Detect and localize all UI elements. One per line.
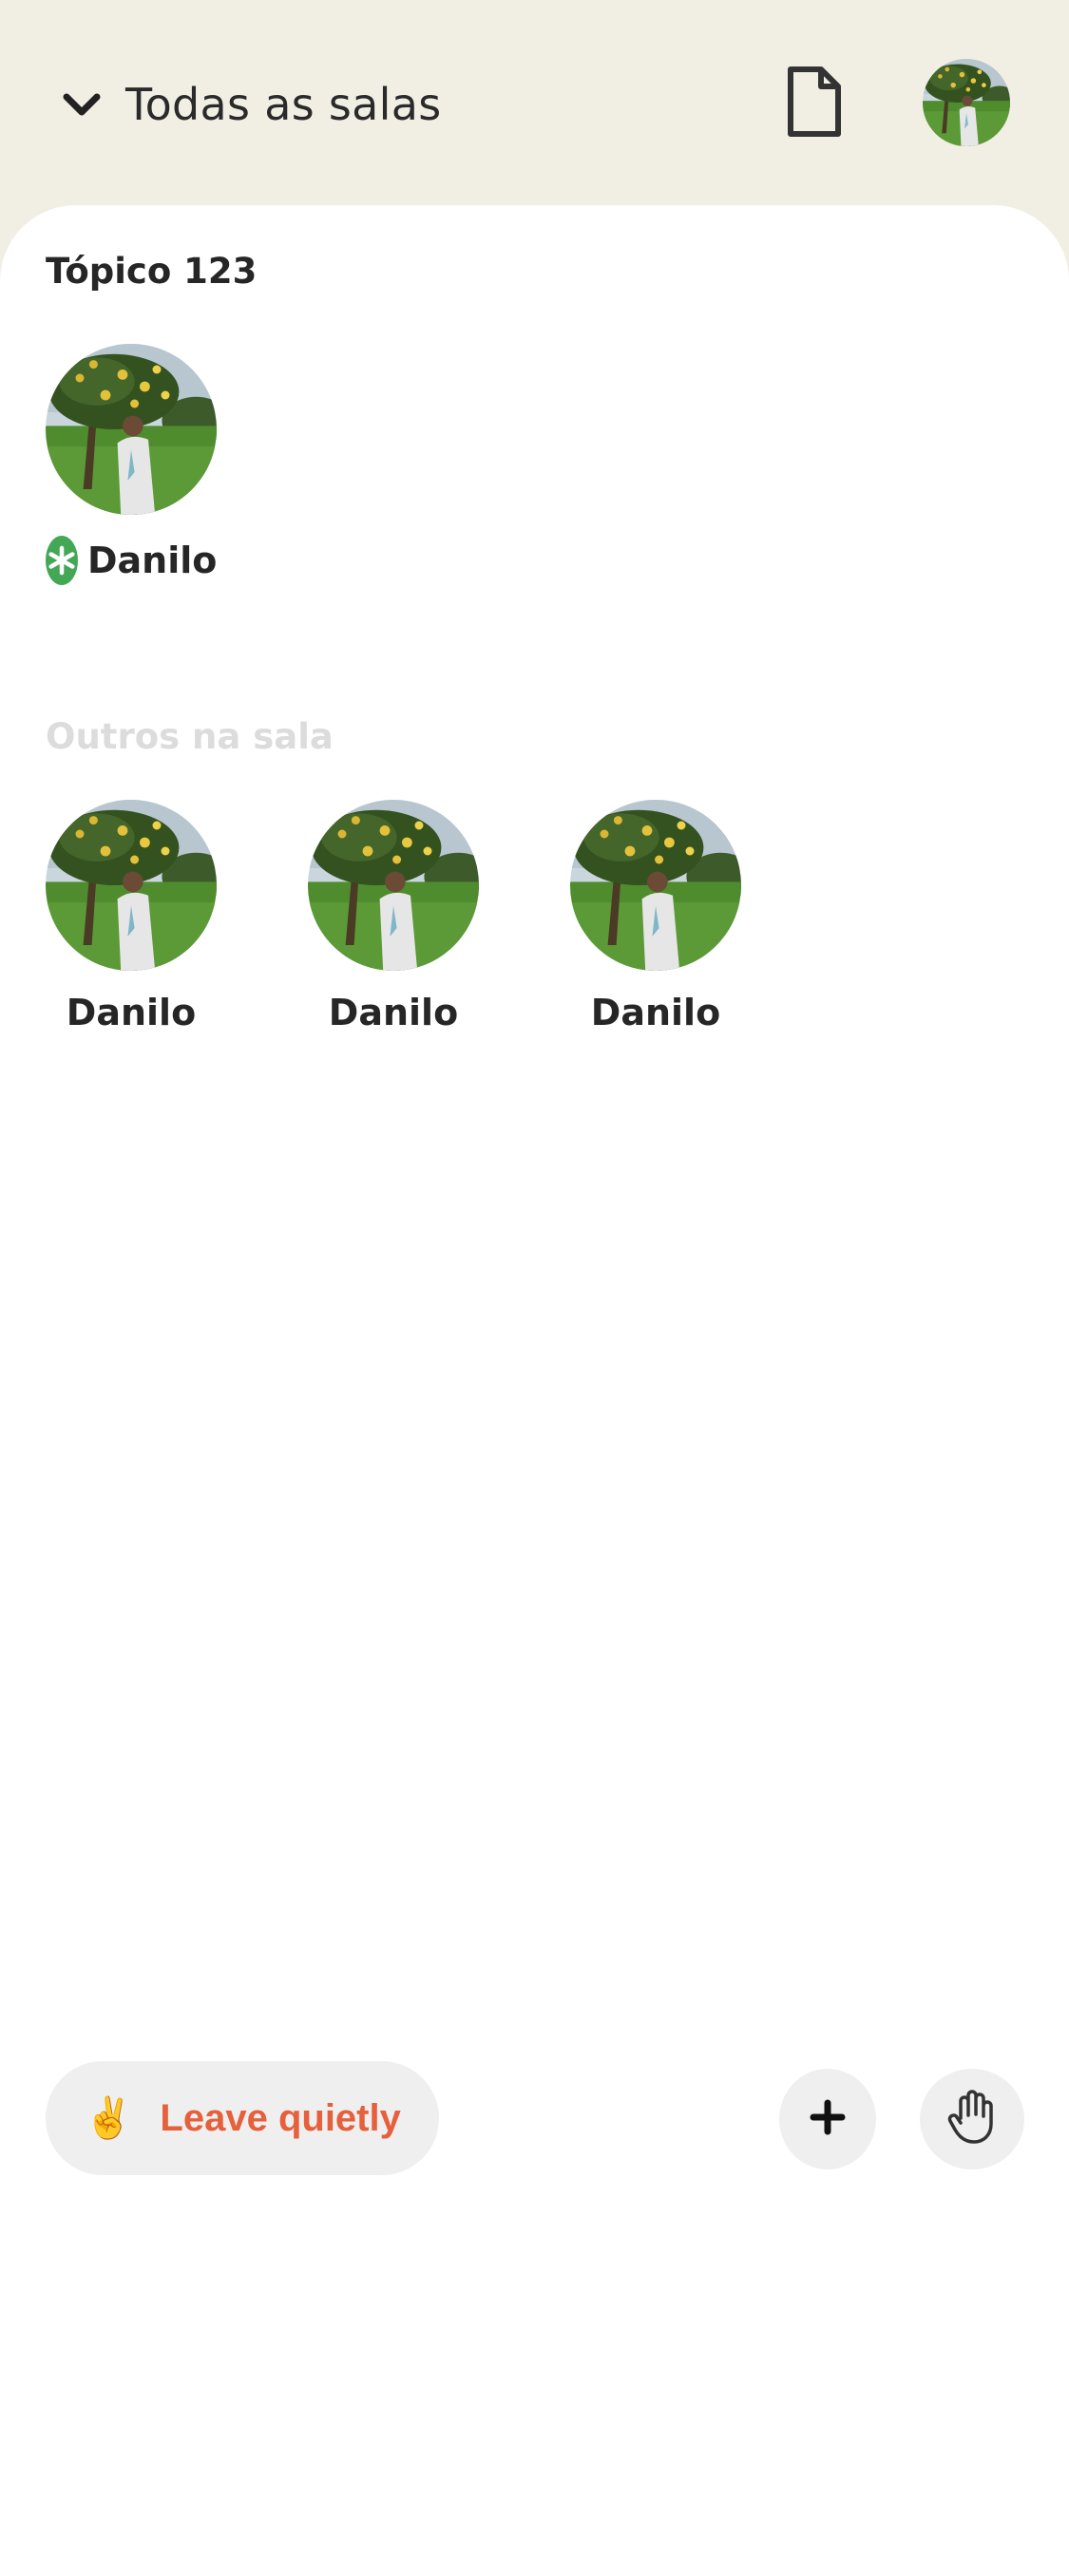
speaker-tile[interactable]: Danilo (46, 344, 217, 585)
peace-hand-icon: ✌️ (84, 2094, 134, 2141)
listener-tile[interactable]: Danilo (308, 800, 479, 1033)
document-button[interactable] (777, 63, 849, 144)
document-icon (785, 66, 842, 142)
raise-hand-icon (947, 2090, 997, 2149)
speaker-name-row: Danilo (46, 536, 217, 585)
raise-hand-button[interactable] (920, 2069, 1024, 2169)
room-topic-title: Tópico 123 (46, 251, 258, 292)
avatar[interactable] (308, 800, 479, 971)
profile-avatar[interactable] (923, 59, 1010, 146)
leave-quietly-label: Leave quietly (160, 2096, 401, 2139)
chevron-down-icon (59, 82, 105, 127)
others-section-title: Outros na sala (46, 716, 334, 757)
avatar[interactable] (46, 344, 217, 515)
listener-name: Danilo (590, 992, 721, 1033)
avatar[interactable] (46, 800, 217, 971)
listener-tile[interactable]: Danilo (570, 800, 741, 1033)
add-button[interactable] (779, 2069, 876, 2169)
room-selector[interactable]: Todas as salas (59, 66, 441, 142)
room-selector-label: Todas as salas (125, 79, 442, 130)
avatar[interactable] (570, 800, 741, 971)
listener-name: Danilo (66, 992, 197, 1033)
plus-icon (809, 2098, 847, 2140)
top-bar: Todas as salas (0, 0, 1069, 209)
moderator-asterisk-icon (46, 536, 78, 585)
listener-name: Danilo (328, 992, 459, 1033)
listener-tile[interactable]: Danilo (46, 800, 217, 1033)
room-panel: Tópico 123 Danilo Outros na sala Danilo (0, 205, 1069, 2576)
leave-quietly-button[interactable]: ✌️ Leave quietly (46, 2061, 439, 2175)
speaker-name: Danilo (87, 540, 218, 581)
